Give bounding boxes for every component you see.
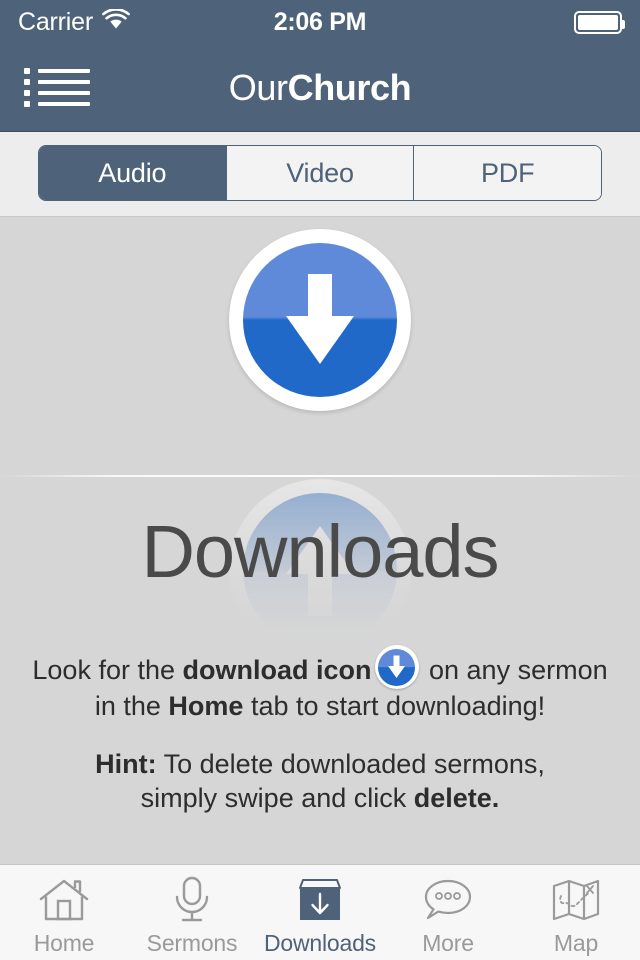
tab-label-sermons: Sermons — [146, 930, 238, 956]
speech-bubble-icon — [422, 874, 474, 926]
microphone-icon — [170, 874, 214, 926]
tab-label-map: Map — [553, 930, 599, 956]
instruction-bold-home: Home — [168, 691, 244, 721]
instruction-part-4: tab to start downloading! — [243, 691, 546, 721]
instruction-part-2: on any sermon — [421, 655, 608, 685]
status-time: 2:06 PM — [273, 7, 367, 36]
app-name-light: Our — [228, 66, 288, 108]
menu-row — [24, 101, 90, 108]
download-box-icon — [295, 874, 345, 926]
battery-full-icon — [574, 10, 625, 34]
segmented-control[interactable]: Audio Video PDF — [38, 145, 602, 201]
download-circle-inline-body — [378, 648, 415, 686]
instruction-part-1: Look for the — [32, 655, 183, 685]
download-circle-icon-inline — [374, 645, 419, 689]
tab-home[interactable]: Home — [0, 865, 128, 960]
segment-audio[interactable]: Audio — [39, 146, 227, 200]
tab-bar: Home Sermons Downloads More Map — [0, 864, 640, 960]
app-name-bold: Church — [287, 66, 412, 108]
hero-illustration — [0, 229, 640, 479]
hint-part-2: simply swipe and click — [140, 783, 414, 814]
house-icon — [38, 874, 90, 926]
download-circle-body — [243, 243, 397, 397]
menu-bullet — [24, 78, 30, 85]
tab-sermons[interactable]: Sermons — [128, 865, 256, 960]
main-content: Downloads Look for the download icon on … — [0, 217, 640, 864]
tab-label-home: Home — [33, 930, 95, 956]
app-screen: Carrier 2:06 PM OurChurch Audio Video PD… — [0, 0, 640, 960]
hint-bold-delete: delete. — [413, 783, 500, 814]
status-bar: Carrier 2:06 PM — [0, 0, 640, 44]
list-menu-icon[interactable] — [24, 65, 90, 111]
instruction-text: Look for the download icon on any sermon… — [0, 645, 640, 723]
instruction-bold-download-icon: download icon — [182, 655, 372, 685]
segment-pdf[interactable]: PDF — [414, 146, 601, 200]
page-title-app-name: OurChurch — [0, 67, 640, 109]
folded-map-icon — [550, 874, 602, 926]
segment-video[interactable]: Video — [226, 146, 415, 200]
hint-part-1: To delete downloaded sermons, — [156, 749, 545, 779]
menu-line — [38, 102, 90, 107]
menu-bullet — [24, 101, 30, 108]
menu-row — [24, 90, 90, 97]
menu-row — [24, 78, 90, 85]
page-title: Downloads — [141, 510, 499, 593]
instruction-part-3: in the — [94, 691, 169, 721]
tab-map[interactable]: Map — [512, 865, 640, 960]
menu-row — [24, 67, 90, 74]
down-arrow-inline-glyph — [388, 655, 405, 678]
menu-bullet — [24, 67, 30, 74]
segmented-control-container: Audio Video PDF — [0, 132, 640, 217]
down-arrow-glyph — [286, 274, 354, 364]
status-bar-right — [574, 10, 625, 34]
menu-line — [38, 79, 90, 84]
tab-label-more: More — [422, 930, 474, 956]
download-circle-icon — [229, 229, 411, 411]
tab-downloads[interactable]: Downloads — [256, 865, 384, 960]
menu-line — [38, 91, 90, 96]
nav-bar: OurChurch — [0, 44, 640, 132]
hint-label: Hint: — [95, 749, 157, 779]
battery-nub — [622, 19, 625, 29]
menu-line — [38, 68, 90, 73]
tab-more[interactable]: More — [384, 865, 512, 960]
battery-level-fill — [578, 14, 618, 30]
hint-text: Hint: To delete downloaded sermons, simpl… — [0, 747, 640, 815]
reflection-divider — [0, 475, 640, 477]
menu-bullet — [24, 90, 30, 97]
tab-label-downloads: Downloads — [264, 930, 376, 956]
